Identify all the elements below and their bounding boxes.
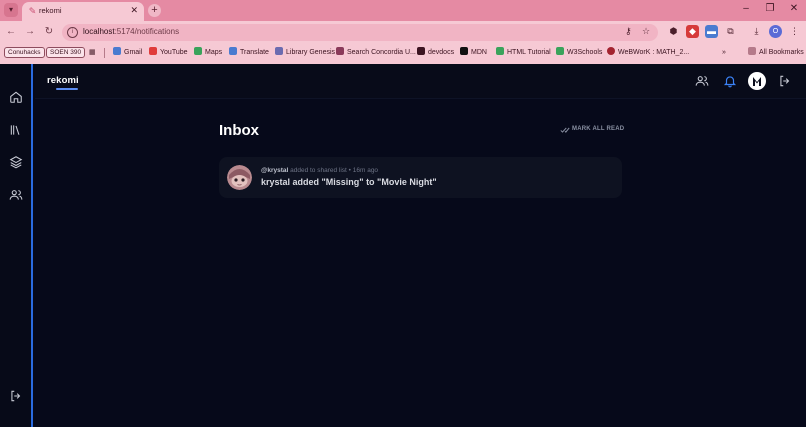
back-button[interactable]: ←	[4, 25, 18, 39]
logo-underline	[56, 88, 78, 90]
browser-tabstrip: ▾ ✎ rekomi ✕ + – ❐ ✕	[0, 0, 806, 21]
w3schools-icon	[556, 47, 564, 55]
folder-icon	[748, 47, 756, 55]
password-key-icon[interactable]: ⚷	[625, 26, 632, 37]
notification-time: • 16m ago	[348, 167, 379, 174]
url-text: localhost:5174/notifications	[83, 27, 180, 36]
bookmark-pill[interactable]: SOEN 390	[46, 47, 86, 58]
bookmark-star-icon[interactable]: ☆	[642, 26, 650, 37]
apps-grid-icon[interactable]: ▦	[89, 47, 96, 58]
bookmark-item[interactable]: YouTube	[149, 47, 188, 58]
bookmark-item[interactable]: Maps	[194, 47, 222, 58]
bookmarks-overflow-icon[interactable]: »	[722, 47, 726, 58]
layers-icon[interactable]	[9, 155, 23, 169]
tab-close-icon[interactable]: ✕	[130, 5, 138, 16]
maximize-button[interactable]: ❐	[762, 3, 778, 14]
profile-avatar-icon	[753, 77, 761, 86]
notification-message: krystal added "Missing" to "Movie Night"	[261, 177, 437, 187]
bell-icon[interactable]	[723, 74, 737, 88]
bookmark-item[interactable]: WeBWorK : MATH_2...	[607, 47, 689, 58]
page-title: Inbox	[219, 122, 259, 139]
extension-red-icon[interactable]: ◆	[686, 25, 699, 38]
bookmark-item[interactable]: HTML Tutorial	[496, 47, 551, 58]
bookmark-item[interactable]: W3Schools	[556, 47, 602, 58]
notification-meta: @krystal added to shared list • 16m ago	[261, 167, 378, 174]
rekomi-favicon-icon: ✎	[28, 6, 37, 16]
youtube-icon	[149, 47, 157, 55]
notification-card[interactable]: @krystal added to shared list • 16m ago …	[219, 157, 622, 198]
gmail-icon	[113, 47, 121, 55]
bookmark-item[interactable]: Library Genesis	[275, 47, 335, 58]
user-avatar[interactable]	[227, 165, 252, 190]
reload-button[interactable]: ↻	[42, 25, 56, 39]
tab-title: rekomi	[39, 6, 62, 15]
bookmark-separator	[104, 48, 105, 58]
browser-menu-icon[interactable]: ⋮	[788, 25, 801, 38]
library-icon[interactable]	[9, 123, 23, 137]
logout-icon[interactable]	[9, 389, 23, 403]
notification-user[interactable]: @krystal	[261, 167, 288, 174]
mark-all-read-label: MARK ALL READ	[572, 126, 625, 132]
concordia-icon	[336, 47, 344, 55]
maps-icon	[194, 47, 202, 55]
forward-button[interactable]: →	[23, 25, 37, 39]
downloads-icon[interactable]: ⤓	[750, 25, 763, 38]
tab-search-button[interactable]: ▾	[4, 3, 18, 17]
browser-toolbar: ← → ↻ i localhost:5174/notifications ⚷ ☆…	[0, 21, 806, 44]
bookmark-item[interactable]: devdocs	[417, 47, 454, 58]
address-bar[interactable]: i localhost:5174/notifications ⚷ ☆	[62, 24, 658, 41]
rekomi-app: rekomi	[0, 64, 806, 427]
webwork-icon	[607, 47, 615, 55]
profile-avatar[interactable]	[748, 72, 766, 90]
extensions-puzzle-icon[interactable]: ⧉	[724, 25, 737, 38]
extension-icon[interactable]: ⬢	[667, 25, 680, 38]
user-avatar-image	[227, 165, 252, 190]
w3-icon	[496, 47, 504, 55]
extension-blue-icon[interactable]: ▬	[705, 25, 718, 38]
bookmark-item[interactable]: Gmail	[113, 47, 142, 58]
bookmark-item[interactable]: Search Concordia U...	[336, 47, 416, 58]
sidebar	[0, 64, 33, 427]
bookmark-item[interactable]: MDN	[460, 47, 487, 58]
new-tab-button[interactable]: +	[148, 4, 161, 17]
close-window-button[interactable]: ✕	[786, 3, 802, 14]
all-bookmarks-button[interactable]: All Bookmarks	[748, 47, 804, 58]
home-icon[interactable]	[9, 90, 23, 104]
site-info-icon[interactable]: i	[67, 27, 78, 38]
browser-tab-active[interactable]: ✎ rekomi ✕	[22, 2, 144, 21]
library-genesis-icon	[275, 47, 283, 55]
minimize-button[interactable]: –	[738, 3, 754, 14]
friends-icon[interactable]	[695, 74, 709, 88]
profile-avatar[interactable]: O	[769, 25, 782, 38]
bookmarks-bar: Conuhacks SOEN 390 ▦ Gmail YouTube Maps …	[0, 44, 806, 61]
app-logo[interactable]: rekomi	[47, 75, 79, 86]
logout-icon[interactable]	[778, 74, 792, 88]
bookmark-pill[interactable]: Conuhacks	[4, 47, 45, 58]
mdn-icon	[460, 47, 468, 55]
devdocs-icon	[417, 47, 425, 55]
notification-action: added to shared list	[290, 167, 347, 174]
translate-icon	[229, 47, 237, 55]
bookmark-item[interactable]: Translate	[229, 47, 269, 58]
app-header: rekomi	[35, 64, 806, 99]
double-check-icon	[560, 127, 570, 133]
users-icon[interactable]	[9, 188, 23, 202]
